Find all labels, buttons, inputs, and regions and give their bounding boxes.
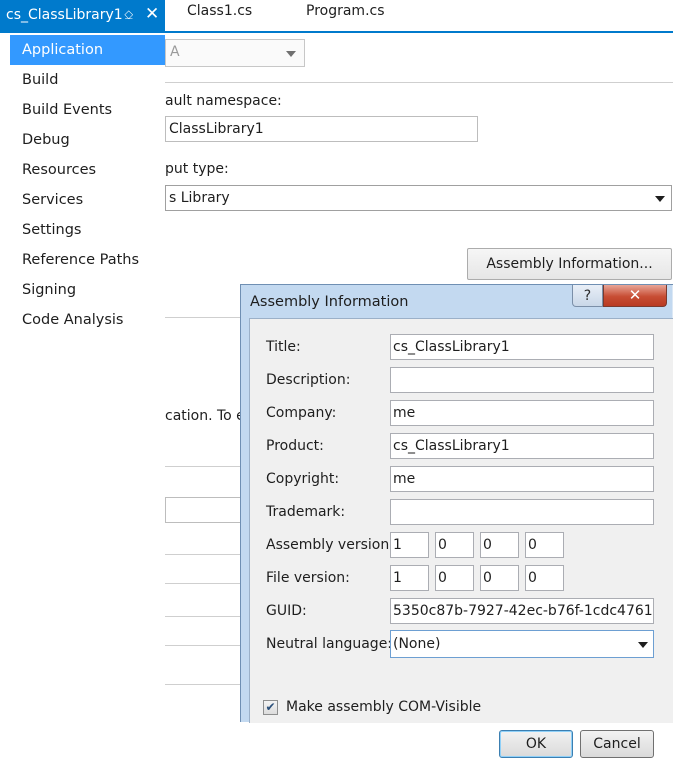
divider (165, 554, 245, 555)
output-type-select[interactable]: s Library (165, 185, 672, 211)
sidebar-item-debug[interactable]: Debug (10, 125, 165, 155)
copyright-label: Copyright: (266, 471, 340, 487)
divider (165, 466, 245, 467)
file-version-label: File version: (266, 570, 350, 586)
sidebar-item-build[interactable]: Build (10, 65, 165, 95)
sidebar-item-resources[interactable]: Resources (10, 155, 165, 185)
title-label: Title: (266, 339, 301, 355)
document-tab-strip: cs_ClassLibrary1 ⎐ ✕ Class1.cs Program.c… (0, 0, 673, 33)
com-visible-checkbox[interactable]: ✔ (263, 700, 278, 715)
dialog-title: Assembly Information (250, 294, 409, 310)
close-icon[interactable]: ✕ (145, 4, 159, 24)
file-version-revision[interactable]: 0 (525, 565, 564, 591)
divider (165, 583, 245, 584)
neutral-language-label: Neutral language: (266, 636, 393, 652)
trademark-label: Trademark: (266, 504, 346, 520)
company-field[interactable]: me (390, 400, 654, 426)
neutral-language-value: (None) (393, 636, 441, 652)
default-namespace-input[interactable]: ClassLibrary1 (165, 116, 478, 142)
product-label: Product: (266, 438, 324, 454)
pin-icon[interactable]: ⎐ (124, 6, 133, 24)
chevron-down-icon (286, 51, 296, 57)
icon-path-input[interactable] (165, 497, 245, 523)
file-version-build[interactable]: 0 (480, 565, 519, 591)
tab-cs-classlibrary1[interactable]: cs_ClassLibrary1 ⎐ ✕ (0, 0, 165, 31)
divider (165, 645, 245, 646)
product-field[interactable]: cs_ClassLibrary1 (390, 433, 654, 459)
divider (165, 684, 245, 685)
divider (165, 82, 673, 83)
assembly-version-label: Assembly version: (266, 537, 394, 553)
resources-description-text: cation. To e (165, 408, 245, 424)
tab-class1-cs[interactable]: Class1.cs (187, 3, 252, 19)
copyright-field[interactable]: me (390, 466, 654, 492)
project-properties-sidebar: Application Build Build Events Debug Res… (0, 33, 174, 722)
com-visible-label[interactable]: Make assembly COM-Visible (286, 699, 481, 715)
ok-button[interactable]: OK (499, 730, 573, 758)
chevron-down-icon (655, 196, 665, 202)
tab-label: cs_ClassLibrary1 (6, 7, 123, 23)
sidebar-item-code-analysis[interactable]: Code Analysis (10, 305, 165, 335)
title-field[interactable]: cs_ClassLibrary1 (390, 334, 654, 360)
dialog-body: Title: cs_ClassLibrary1 Description: Com… (249, 318, 673, 758)
divider (165, 317, 245, 318)
output-type-value: s Library (169, 190, 230, 206)
sidebar-item-services[interactable]: Services (10, 185, 165, 215)
checkmark-icon: ✔ (265, 700, 276, 714)
description-field[interactable] (390, 367, 654, 393)
description-label: Description: (266, 372, 351, 388)
cancel-button[interactable]: Cancel (580, 730, 654, 758)
assembly-version-revision[interactable]: 0 (525, 532, 564, 558)
help-icon[interactable]: ? (572, 285, 603, 307)
guid-field[interactable]: 5350c87b-7927-42ec-b76f-1cdc4761bb (390, 598, 654, 624)
trademark-field[interactable] (390, 499, 654, 525)
close-icon[interactable]: ✕ (603, 285, 667, 307)
target-framework-select[interactable]: A (165, 39, 305, 67)
assembly-information-dialog: Assembly Information ? ✕ Title: cs_Class… (240, 284, 673, 758)
file-version-minor[interactable]: 0 (435, 565, 474, 591)
sidebar-item-application[interactable]: Application (10, 35, 174, 65)
file-version-major[interactable]: 1 (390, 565, 429, 591)
sidebar-item-settings[interactable]: Settings (10, 215, 165, 245)
neutral-language-select[interactable]: (None) (390, 630, 654, 658)
sidebar-item-signing[interactable]: Signing (10, 275, 165, 305)
company-label: Company: (266, 405, 337, 421)
target-framework-value: A (170, 44, 180, 60)
default-namespace-label: ault namespace: (165, 93, 282, 109)
assembly-information-button[interactable]: Assembly Information... (467, 248, 672, 280)
assembly-version-minor[interactable]: 0 (435, 532, 474, 558)
output-type-label: put type: (165, 161, 229, 177)
assembly-version-build[interactable]: 0 (480, 532, 519, 558)
tab-program-cs[interactable]: Program.cs (306, 3, 385, 19)
sidebar-item-reference-paths[interactable]: Reference Paths (10, 245, 165, 275)
chevron-down-icon (638, 642, 648, 648)
divider (165, 616, 245, 617)
assembly-version-major[interactable]: 1 (390, 532, 429, 558)
sidebar-item-build-events[interactable]: Build Events (10, 95, 165, 125)
guid-label: GUID: (266, 603, 307, 619)
